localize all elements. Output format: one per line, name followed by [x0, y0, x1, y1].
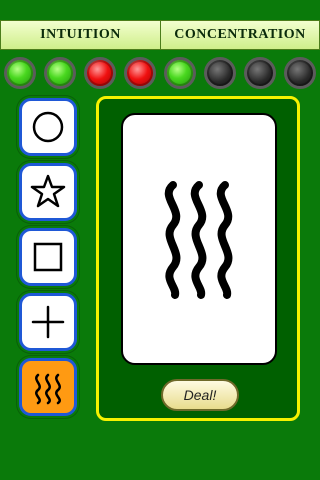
result-light-4	[124, 57, 156, 89]
square-icon	[33, 242, 63, 272]
star-button[interactable]	[19, 163, 77, 221]
waves-icon	[35, 373, 61, 405]
waves-icon	[164, 181, 233, 299]
circle-button[interactable]	[19, 98, 77, 156]
result-light-2	[44, 57, 76, 89]
result-light-5	[164, 57, 196, 89]
result-light-7	[244, 57, 276, 89]
square-button[interactable]	[19, 228, 77, 286]
tab-intuition[interactable]: INTUITION	[0, 20, 161, 50]
star-icon	[30, 174, 66, 208]
result-light-8	[284, 57, 316, 89]
card-panel: Deal!	[96, 96, 300, 421]
result-light-6	[204, 57, 236, 89]
cross-icon	[31, 305, 65, 339]
circle-icon	[32, 111, 64, 143]
cross-button[interactable]	[19, 293, 77, 351]
tab-concentration[interactable]: CONCENTRATION	[160, 20, 320, 50]
result-light-3	[84, 57, 116, 89]
result-lights	[0, 56, 320, 92]
top-tab-bar: INTUITION CONCENTRATION	[0, 0, 320, 50]
result-light-1	[4, 57, 36, 89]
waves-button[interactable]	[19, 358, 77, 416]
zener-card	[121, 113, 277, 365]
deal-button[interactable]: Deal!	[161, 379, 239, 411]
